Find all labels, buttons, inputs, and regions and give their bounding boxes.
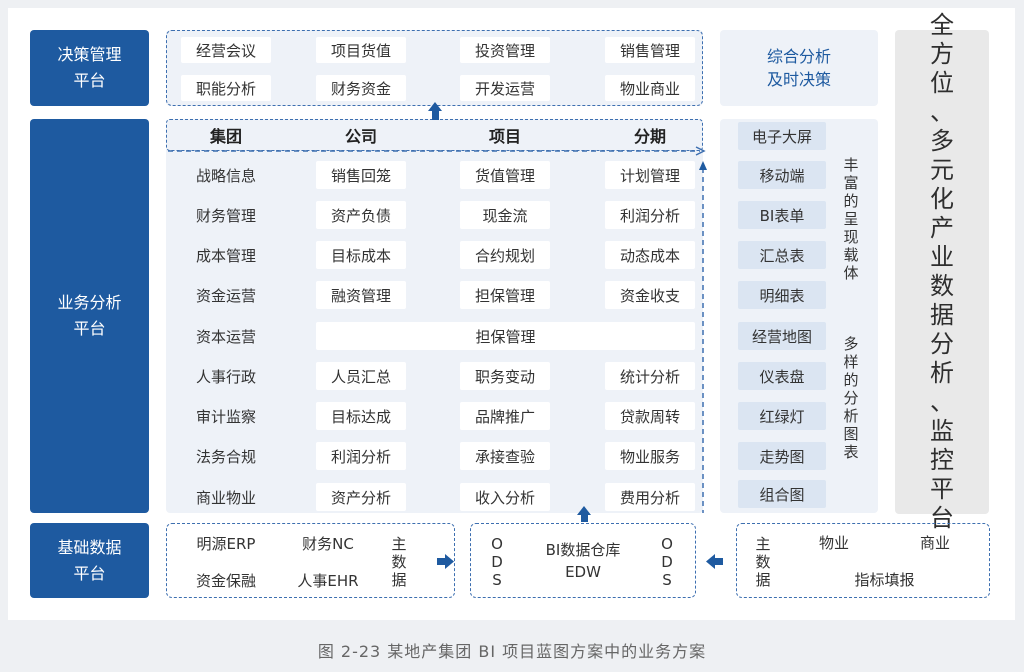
connectors: [168, 102, 723, 569]
figure-caption: 图 2-23 某地产集团 BI 项目蓝图方案中的业务方案: [317, 642, 707, 661]
right-arrow-ods: [437, 554, 454, 569]
left-arrow-ods: [706, 554, 723, 569]
up-arrow-warehouse: [577, 506, 591, 522]
up-arrow-decision: [428, 102, 442, 120]
